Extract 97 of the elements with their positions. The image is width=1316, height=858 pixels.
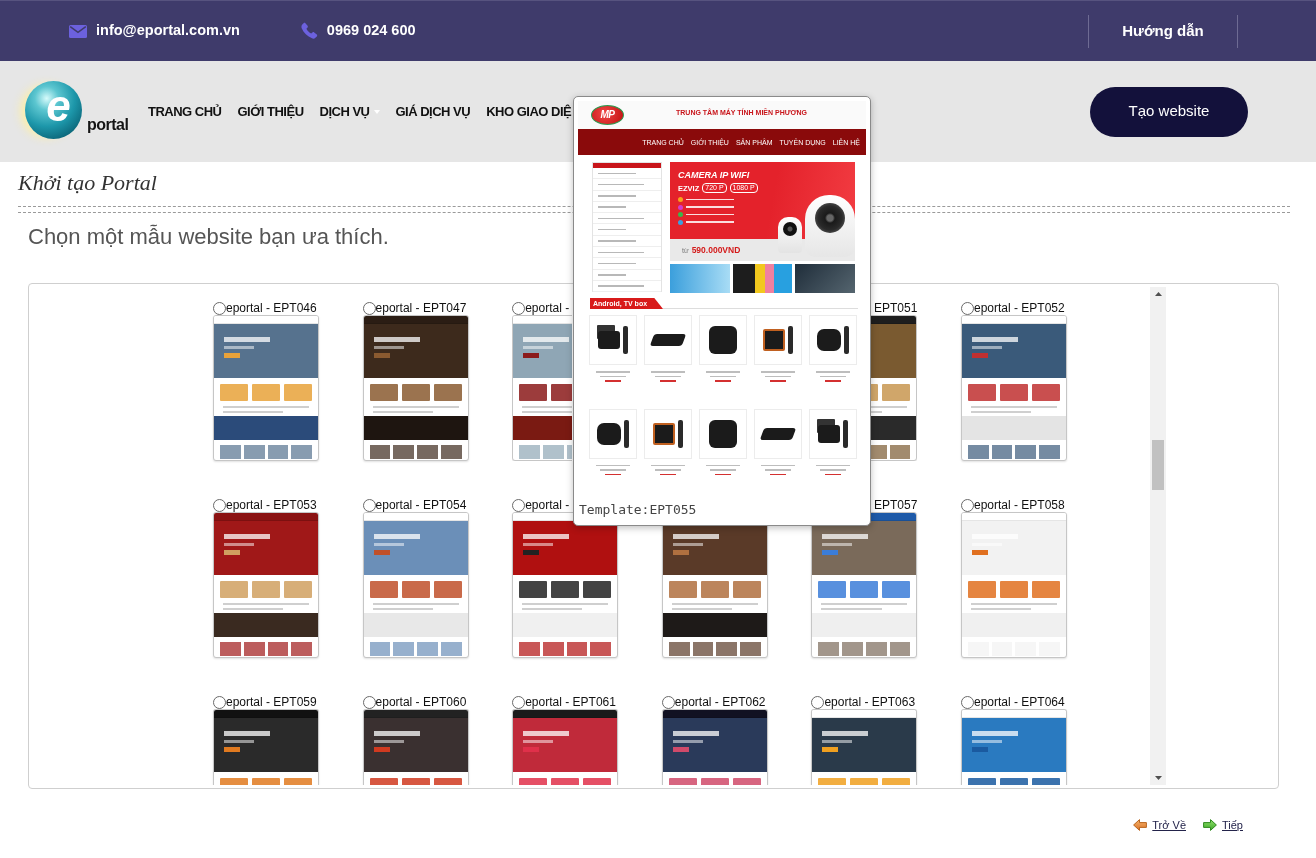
camera-drawing xyxy=(778,217,802,253)
website-thumbnail-drawing[interactable] xyxy=(213,315,319,461)
template-name[interactable]: eportal - EPT053 xyxy=(226,498,317,512)
template-name[interactable]: eportal - EPT063 xyxy=(824,695,916,709)
product-caption-drawing xyxy=(761,464,795,475)
template-name[interactable]: eportal - EPT058 xyxy=(973,498,1065,512)
website-thumbnail-drawing[interactable] xyxy=(512,709,619,785)
menu-link[interactable]: TRANG CHỦ xyxy=(148,101,222,122)
scrollbar[interactable] xyxy=(1150,287,1166,785)
radio-button[interactable] xyxy=(213,301,226,315)
website-thumbnail-drawing[interactable] xyxy=(869,315,918,461)
promo-banner-drawing xyxy=(732,264,793,293)
site-logo: MP xyxy=(591,105,624,125)
menu-link[interactable]: GIÁ DỊCH VỤ xyxy=(395,101,471,122)
help-link[interactable]: Hướng dẫn xyxy=(1089,19,1237,43)
tv-box-drawing xyxy=(644,408,692,459)
right-arrow-icon xyxy=(1203,819,1217,831)
radio-button[interactable] xyxy=(362,695,376,709)
template-name[interactable]: eportal - xyxy=(525,301,570,315)
product-caption-drawing xyxy=(596,371,630,382)
template-name[interactable]: eportal - EPT060 xyxy=(375,695,467,709)
menu-link[interactable]: KHO GIAO DIỆ xyxy=(486,101,572,122)
radio-button[interactable] xyxy=(362,301,376,315)
product-caption-drawing xyxy=(816,371,850,382)
website-thumbnail-drawing[interactable] xyxy=(960,709,1067,785)
radio-button[interactable] xyxy=(512,498,526,512)
radio-button[interactable] xyxy=(811,695,825,709)
instruction-text: Chọn một mẫu website bạn ưa thích. xyxy=(28,224,389,250)
tv-box-drawing xyxy=(589,315,637,365)
tv-box-drawing xyxy=(754,408,802,459)
back-link[interactable]: Trở Về xyxy=(1133,816,1186,834)
radio-button[interactable] xyxy=(362,498,376,512)
website-thumbnail-drawing[interactable] xyxy=(213,709,319,785)
promo-banner-drawing xyxy=(670,264,730,293)
radio-button[interactable] xyxy=(661,695,675,709)
website-thumbnail-drawing[interactable] xyxy=(362,315,469,461)
website-thumbnail-drawing[interactable] xyxy=(811,512,918,658)
radio-button[interactable] xyxy=(512,695,526,709)
product-caption-drawing xyxy=(596,464,630,475)
website-thumbnail-drawing[interactable] xyxy=(811,709,918,785)
template-name[interactable]: eportal - EPT052 xyxy=(973,301,1065,315)
envelope-icon xyxy=(69,24,87,38)
template-name[interactable]: eportal - EPT046 xyxy=(226,301,317,315)
radio-button[interactable] xyxy=(213,695,226,709)
template-name[interactable]: EPT051 xyxy=(874,301,918,315)
template-name[interactable]: eportal - xyxy=(525,498,570,512)
scroll-down-icon[interactable] xyxy=(1154,776,1162,780)
left-arrow-icon xyxy=(1133,819,1148,831)
product-caption-drawing xyxy=(761,371,795,382)
create-website-button[interactable]: Tạo website xyxy=(1090,86,1248,137)
website-thumbnail-drawing[interactable] xyxy=(960,512,1067,658)
banner-title: CAMERA IP WIFI xyxy=(678,170,750,181)
tv-box-drawing xyxy=(589,408,637,459)
logo-letter: e xyxy=(46,83,71,128)
feature-list-drawing xyxy=(678,197,734,225)
menu-link[interactable]: GIỚI THIỆU xyxy=(237,101,304,122)
phone-link[interactable]: 0969 024 600 xyxy=(299,20,416,42)
promo-banner-drawing xyxy=(795,264,855,293)
product-caption-drawing xyxy=(816,464,850,475)
template-name[interactable]: eportal - EPT064 xyxy=(973,695,1065,709)
radio-button[interactable] xyxy=(960,498,974,512)
phone-icon xyxy=(299,22,318,40)
website-thumbnail-drawing[interactable] xyxy=(362,512,469,658)
template-name[interactable]: eportal - EPT062 xyxy=(674,695,766,709)
radio-button[interactable] xyxy=(213,498,226,512)
menu-link[interactable]: DỊCH VỤ xyxy=(319,101,380,122)
template-name[interactable]: EPT057 xyxy=(874,498,918,512)
tv-box-drawing xyxy=(699,408,747,459)
banner-price: 590.000VND xyxy=(691,245,741,255)
template-name[interactable]: eportal - EPT054 xyxy=(375,498,467,512)
product-caption-drawing xyxy=(651,371,685,382)
logo-wordmark: portal xyxy=(87,116,129,133)
scroll-up-icon[interactable] xyxy=(1154,292,1162,296)
tv-box-drawing xyxy=(699,315,747,365)
template-caption: Template:EPT055 xyxy=(579,502,697,518)
website-thumbnail-drawing[interactable] xyxy=(960,315,1067,461)
tv-box-drawing xyxy=(644,315,692,365)
radio-button[interactable] xyxy=(960,301,974,315)
radio-button[interactable] xyxy=(512,301,526,315)
website-thumbnail-drawing[interactable] xyxy=(512,315,573,461)
template-name[interactable]: eportal - EPT061 xyxy=(525,695,616,709)
tv-box-drawing xyxy=(809,315,857,365)
email-link[interactable]: info@eportal.com.vn xyxy=(69,20,240,42)
product-caption-drawing xyxy=(706,464,740,475)
product-caption-drawing xyxy=(706,371,740,382)
template-name[interactable]: eportal - EPT059 xyxy=(226,695,317,709)
radio-button[interactable] xyxy=(960,695,974,709)
tv-box-drawing xyxy=(754,315,802,365)
page-title: Khởi tạo Portal xyxy=(18,170,157,196)
website-thumbnail-drawing[interactable] xyxy=(213,512,319,658)
template-name[interactable]: eportal - EPT047 xyxy=(375,301,467,315)
tv-box-drawing xyxy=(809,408,857,459)
website-thumbnail-drawing[interactable] xyxy=(362,709,469,785)
product-caption-drawing xyxy=(651,464,685,475)
scrollbar-thumb[interactable] xyxy=(1152,440,1164,490)
website-thumbnail-drawing[interactable] xyxy=(661,709,768,785)
next-link[interactable]: Tiếp xyxy=(1203,816,1243,834)
